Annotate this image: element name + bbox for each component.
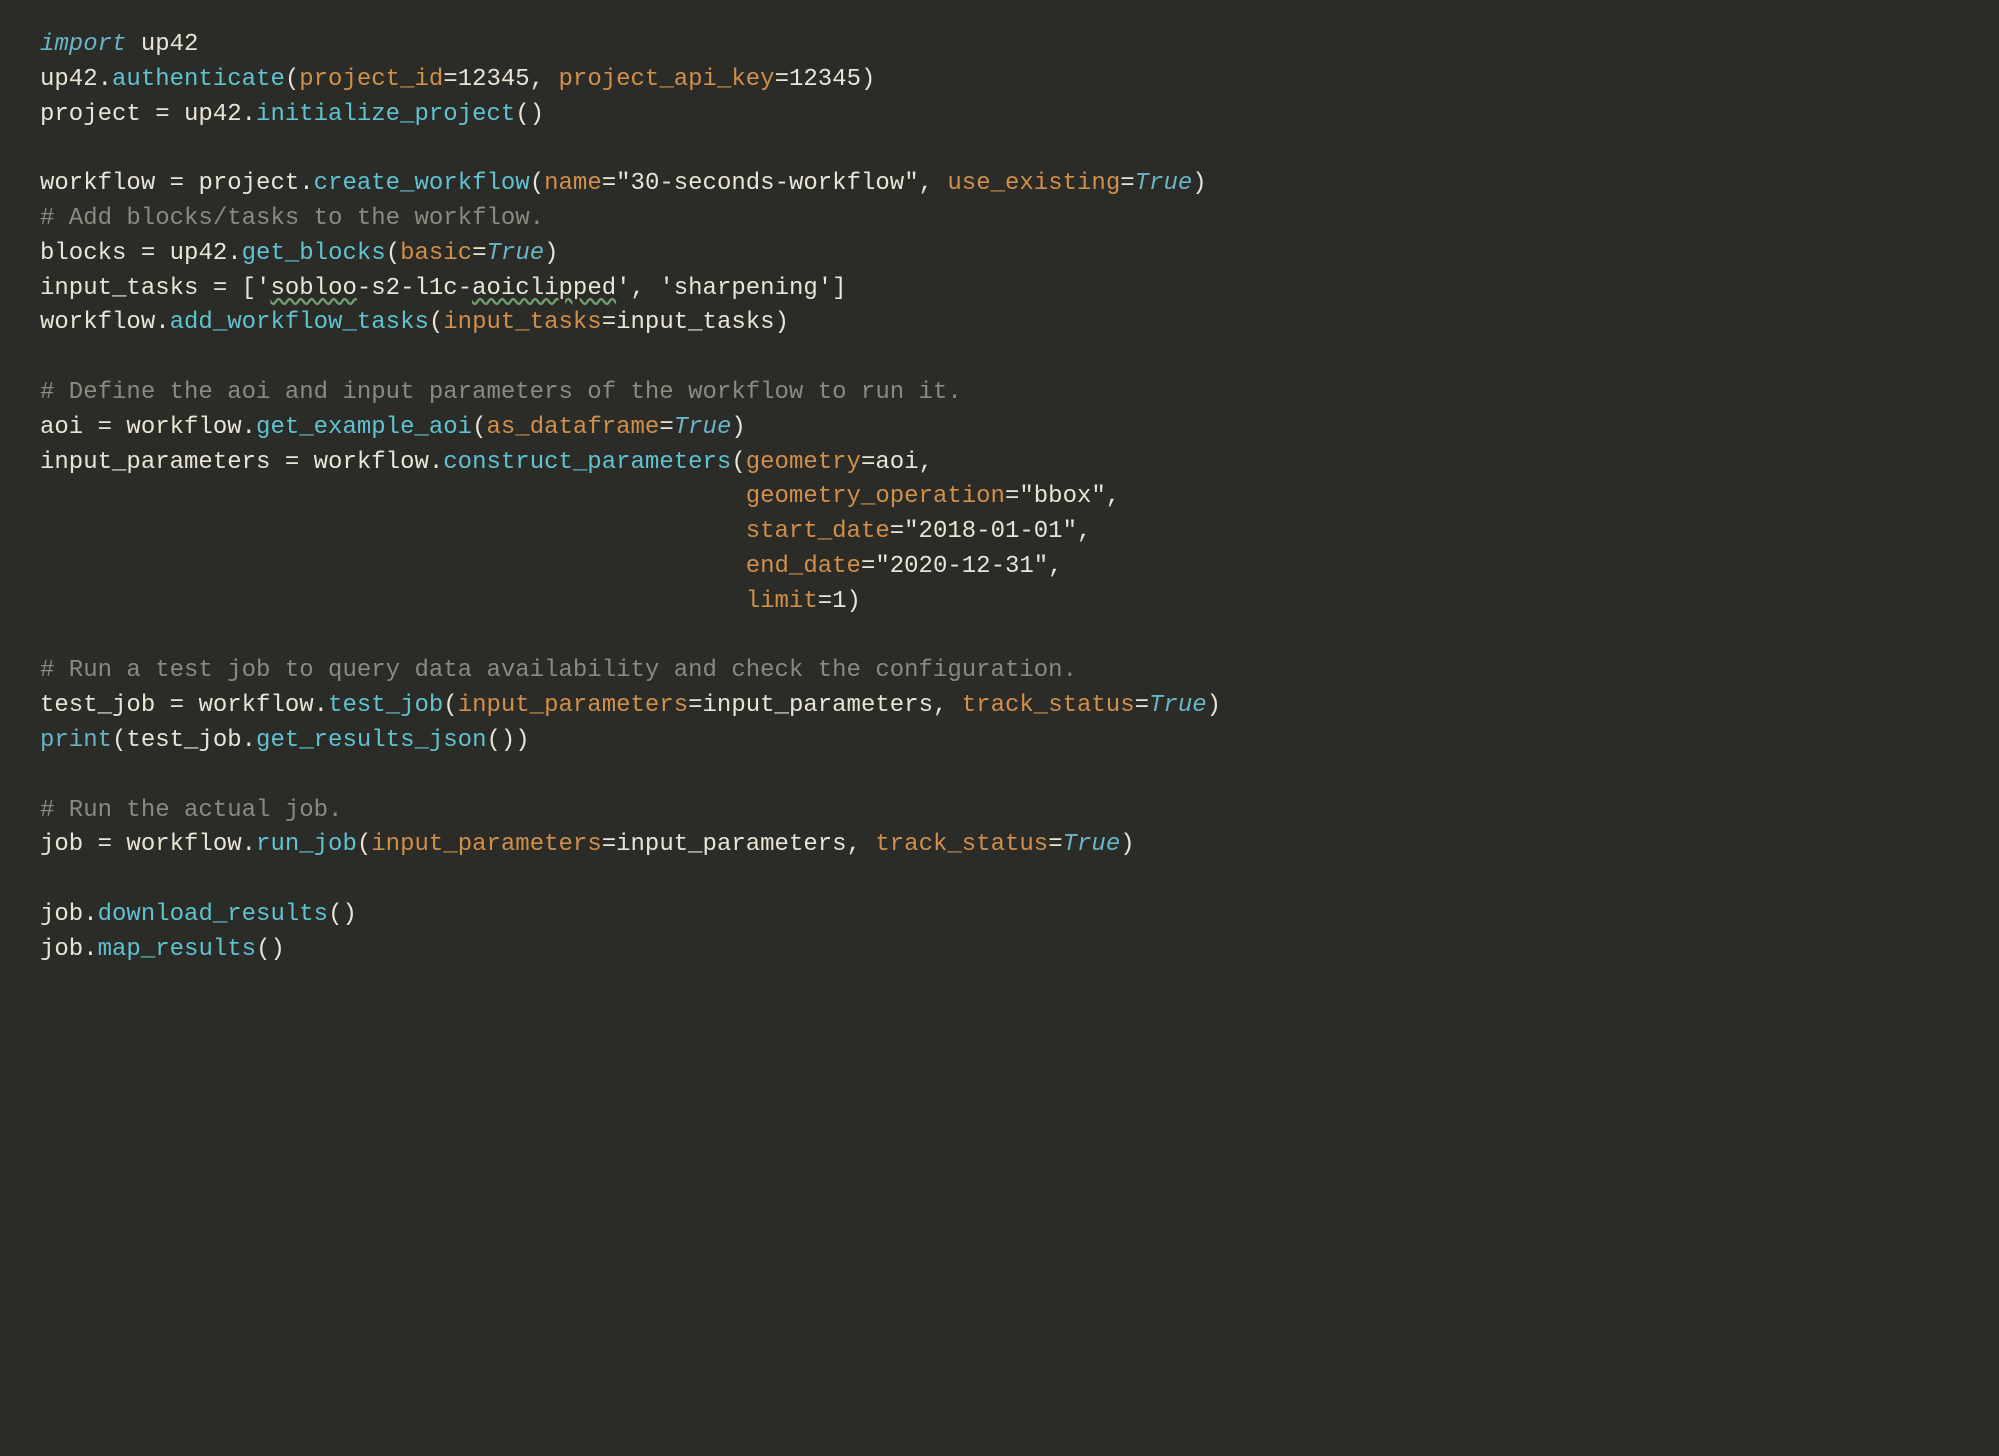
param-name: input_tasks <box>443 309 601 336</box>
code-line: input_tasks = ['sobloo-s2-l1c-aoiclipped… <box>40 275 847 302</box>
function-call: authenticate <box>112 66 285 93</box>
comment-line: # Add blocks/tasks to the workflow. <box>40 205 544 232</box>
param-name: limit <box>746 588 818 615</box>
function-call: download_results <box>98 901 328 928</box>
param-name: track_status <box>962 692 1135 719</box>
bool-literal: True <box>1149 692 1207 719</box>
param-name: start_date <box>746 518 890 545</box>
code-line: start_date="2018-01-01", <box>40 518 1091 545</box>
param-name: name <box>544 170 602 197</box>
param-name: as_dataframe <box>487 414 660 441</box>
param-name: end_date <box>746 553 861 580</box>
function-call: construct_parameters <box>443 449 731 476</box>
function-call: test_job <box>328 692 443 719</box>
bool-literal: True <box>1063 831 1121 858</box>
param-name: use_existing <box>947 170 1120 197</box>
param-name: basic <box>400 240 472 267</box>
function-call: get_example_aoi <box>256 414 472 441</box>
builtin-call: print <box>40 727 112 754</box>
param-name: project_api_key <box>559 66 775 93</box>
string-literal: 'sharpening' <box>659 275 832 302</box>
comment-line: # Run a test job to query data availabil… <box>40 657 1077 684</box>
function-call: run_job <box>256 831 357 858</box>
param-name: input_parameters <box>458 692 688 719</box>
code-line: limit=1) <box>40 588 861 615</box>
bool-literal: True <box>674 414 732 441</box>
param-name: project_id <box>299 66 443 93</box>
code-line: import up42 <box>40 31 198 58</box>
comment-line: # Run the actual job. <box>40 797 342 824</box>
function-call: map_results <box>98 936 256 963</box>
number-literal: 12345 <box>458 66 530 93</box>
function-call: initialize_project <box>256 101 515 128</box>
code-line: workflow.add_workflow_tasks(input_tasks=… <box>40 309 789 336</box>
string-literal: "30-seconds-workflow" <box>616 170 918 197</box>
module-name: up42 <box>141 31 199 58</box>
code-line: test_job = workflow.test_job(input_param… <box>40 692 1221 719</box>
comment-line: # Define the aoi and input parameters of… <box>40 379 962 406</box>
code-line: geometry_operation="bbox", <box>40 483 1120 510</box>
param-name: geometry <box>746 449 861 476</box>
spellcheck-underline: aoiclipped <box>472 275 616 302</box>
code-line: input_parameters = workflow.construct_pa… <box>40 449 933 476</box>
param-name: track_status <box>875 831 1048 858</box>
function-call: get_blocks <box>242 240 386 267</box>
number-literal: 1 <box>832 588 846 615</box>
spellcheck-underline: sobloo <box>270 275 356 302</box>
param-name: input_parameters <box>371 831 601 858</box>
param-name: geometry_operation <box>746 483 1005 510</box>
code-line: workflow = project.create_workflow(name=… <box>40 170 1207 197</box>
code-line: end_date="2020-12-31", <box>40 553 1063 580</box>
number-literal: 12345 <box>789 66 861 93</box>
code-line: up42.authenticate(project_id=12345, proj… <box>40 66 875 93</box>
function-call: get_results_json <box>256 727 486 754</box>
code-line: job = workflow.run_job(input_parameters=… <box>40 831 1135 858</box>
string-literal: "2018-01-01" <box>904 518 1077 545</box>
code-line: job.download_results() <box>40 901 357 928</box>
bool-literal: True <box>1135 170 1193 197</box>
function-call: create_workflow <box>314 170 530 197</box>
function-call: add_workflow_tasks <box>170 309 429 336</box>
code-line: project = up42.initialize_project() <box>40 101 544 128</box>
string-literal: "bbox" <box>1019 483 1105 510</box>
keyword-import: import <box>40 31 126 58</box>
string-literal: "2020-12-31" <box>875 553 1048 580</box>
bool-literal: True <box>487 240 545 267</box>
code-line: job.map_results() <box>40 936 285 963</box>
code-line: print(test_job.get_results_json()) <box>40 727 530 754</box>
code-block: import up42 up42.authenticate(project_id… <box>0 0 1999 1088</box>
code-line: blocks = up42.get_blocks(basic=True) <box>40 240 559 267</box>
code-line: aoi = workflow.get_example_aoi(as_datafr… <box>40 414 746 441</box>
